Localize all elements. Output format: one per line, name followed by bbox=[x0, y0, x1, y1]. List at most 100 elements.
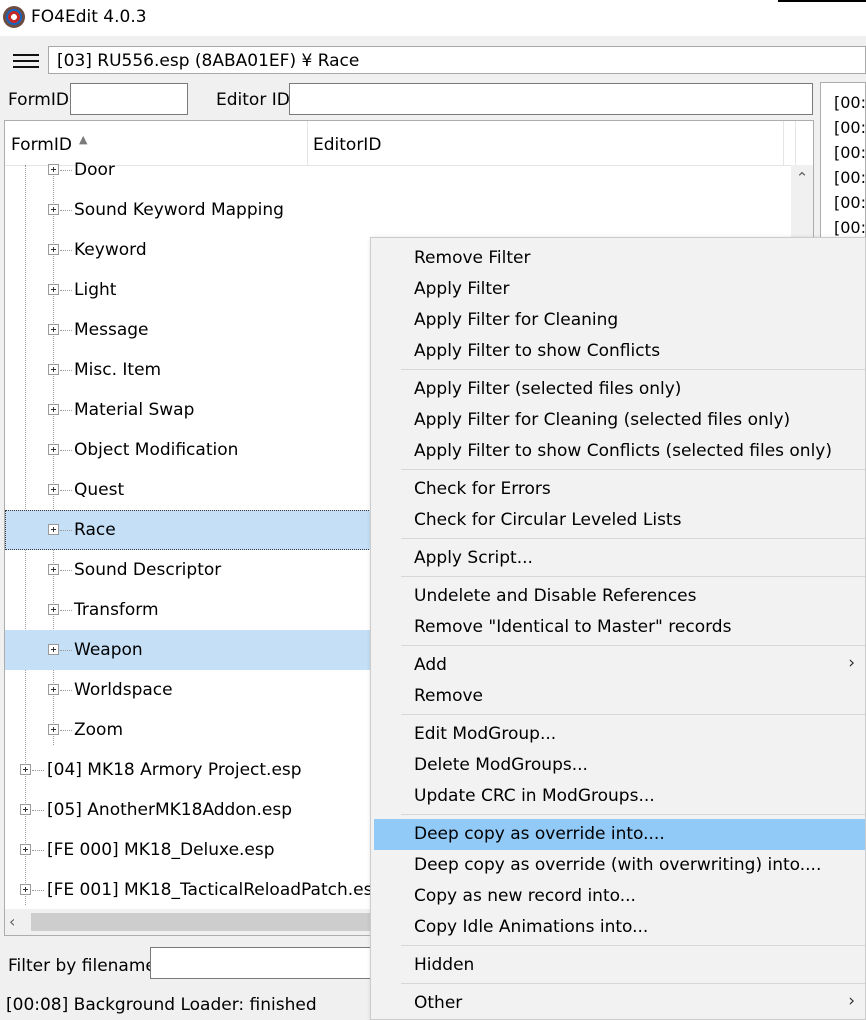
menu-item-label: Update CRC in ModGroups... bbox=[414, 786, 655, 806]
expand-plus-icon[interactable] bbox=[48, 484, 59, 495]
tree-connector-line bbox=[60, 210, 72, 212]
menu-item[interactable]: Remove "Identical to Master" records bbox=[371, 612, 865, 643]
expand-plus-icon[interactable] bbox=[48, 684, 59, 695]
menu-item[interactable]: Apply Filter to show Conflicts bbox=[371, 336, 865, 367]
menu-separator bbox=[401, 538, 865, 539]
expand-plus-icon[interactable] bbox=[48, 204, 59, 215]
menu-item-label: Remove Filter bbox=[414, 248, 531, 268]
sort-ascending-icon: ▲ bbox=[79, 133, 88, 146]
editorid-filter-input[interactable] bbox=[289, 83, 813, 115]
expand-plus-icon[interactable] bbox=[48, 564, 59, 575]
menu-item-label: Hidden bbox=[414, 955, 475, 975]
menu-item-label: Apply Filter for Cleaning (selected file… bbox=[414, 410, 791, 430]
scroll-left-icon[interactable]: ‹ bbox=[9, 912, 15, 931]
menu-item-label: Add bbox=[414, 655, 447, 675]
status-bar-text: [00:08] Background Loader: finished bbox=[6, 995, 317, 1015]
menu-item[interactable]: Check for Errors bbox=[371, 474, 865, 505]
menu-item[interactable]: Apply Script... bbox=[371, 543, 865, 574]
menu-item-label: Edit ModGroup... bbox=[414, 724, 557, 744]
log-line: [00:0 bbox=[834, 168, 866, 187]
menu-separator bbox=[401, 983, 865, 984]
menu-item[interactable]: Check for Circular Leveled Lists bbox=[371, 505, 865, 536]
tree-connector-line bbox=[60, 330, 72, 332]
menu-item[interactable]: Apply Filter bbox=[371, 274, 865, 305]
log-line: [00:0 bbox=[834, 193, 866, 212]
expand-plus-icon[interactable] bbox=[48, 364, 59, 375]
hamburger-menu-icon[interactable] bbox=[10, 48, 42, 74]
expand-plus-icon[interactable] bbox=[20, 884, 31, 895]
menu-item[interactable]: Apply Filter (selected files only) bbox=[371, 374, 865, 405]
expand-plus-icon[interactable] bbox=[48, 244, 59, 255]
expand-plus-icon[interactable] bbox=[48, 444, 59, 455]
expand-plus-icon[interactable] bbox=[20, 844, 31, 855]
tree-row-label: Sound Keyword Mapping bbox=[74, 200, 284, 220]
expand-plus-icon[interactable] bbox=[48, 604, 59, 615]
tree-connector-line bbox=[60, 290, 72, 292]
menu-item-label: Copy as new record into... bbox=[414, 886, 636, 906]
formid-filter-input[interactable] bbox=[70, 83, 188, 115]
filename-filter-input[interactable] bbox=[150, 947, 374, 979]
log-line: [00:0 bbox=[834, 93, 866, 112]
menu-item[interactable]: Delete ModGroups... bbox=[371, 750, 865, 781]
menu-item[interactable]: Remove bbox=[371, 681, 865, 712]
menu-item[interactable]: Remove Filter bbox=[371, 243, 865, 274]
log-line: [00:0 bbox=[834, 218, 866, 237]
tree-row-label: [FE 000] MK18_Deluxe.esp bbox=[47, 840, 275, 860]
expand-plus-icon[interactable] bbox=[48, 524, 59, 535]
tree-connector-line bbox=[60, 650, 72, 652]
tree-row-label: [04] MK18 Armory Project.esp bbox=[47, 760, 302, 780]
editorid-filter-label: Editor ID bbox=[216, 90, 290, 110]
expand-plus-icon[interactable] bbox=[48, 164, 59, 175]
menu-item[interactable]: Edit ModGroup... bbox=[371, 719, 865, 750]
column-divider[interactable] bbox=[795, 121, 796, 165]
menu-item[interactable]: Other › bbox=[371, 988, 865, 1019]
scroll-up-icon[interactable]: ⌃ bbox=[791, 169, 813, 189]
menu-item[interactable]: Hidden bbox=[371, 950, 865, 981]
expand-plus-icon[interactable] bbox=[48, 324, 59, 335]
tree-row-label: Message bbox=[74, 320, 149, 340]
tree-row-label: Misc. Item bbox=[74, 360, 162, 380]
tree-connector-line bbox=[60, 610, 72, 612]
submenu-chevron-icon: › bbox=[848, 991, 855, 1011]
tree-connector-line bbox=[60, 370, 72, 372]
menu-item[interactable]: Apply Filter for Cleaning (selected file… bbox=[371, 405, 865, 436]
menu-separator bbox=[401, 814, 865, 815]
menu-item-label: Deep copy as override (with overwriting)… bbox=[414, 855, 822, 875]
expand-plus-icon[interactable] bbox=[48, 724, 59, 735]
tree-connector-line bbox=[60, 530, 72, 532]
tree-connector-line bbox=[32, 890, 44, 892]
tree-connector-line bbox=[32, 770, 44, 772]
log-line: [00:0 bbox=[834, 118, 866, 137]
expand-plus-icon[interactable] bbox=[20, 804, 31, 815]
navigation-path-field[interactable]: [03] RU556.esp (8ABA01EF) ¥ Race bbox=[48, 46, 866, 74]
menu-item[interactable]: Deep copy as override into.... bbox=[374, 819, 865, 850]
menu-item[interactable]: Copy as new record into... bbox=[371, 881, 865, 912]
tree-row[interactable]: Door bbox=[5, 150, 791, 190]
menu-item[interactable]: Apply Filter for Cleaning bbox=[371, 305, 865, 336]
tree-connector-line bbox=[32, 850, 44, 852]
menu-separator bbox=[401, 645, 865, 646]
menu-item-label: Other bbox=[414, 993, 463, 1013]
menu-item[interactable]: Update CRC in ModGroups... bbox=[371, 781, 865, 812]
menu-item-label: Copy Idle Animations into... bbox=[414, 917, 649, 937]
tree-connector-line bbox=[60, 730, 72, 732]
tree-connector-line bbox=[60, 250, 72, 252]
expand-plus-icon[interactable] bbox=[48, 284, 59, 295]
menu-item-label: Apply Filter for Cleaning bbox=[414, 310, 619, 330]
tree-row[interactable]: Sound Keyword Mapping bbox=[5, 190, 791, 230]
menu-item[interactable]: Deep copy as override (with overwriting)… bbox=[371, 850, 865, 881]
expand-plus-icon[interactable] bbox=[48, 404, 59, 415]
expand-plus-icon[interactable] bbox=[20, 764, 31, 775]
menu-item[interactable]: Undelete and Disable References bbox=[371, 581, 865, 612]
context-menu: Remove Filter Apply Filter Apply Filter fo… bbox=[370, 237, 866, 1020]
tree-row-label: Worldspace bbox=[74, 680, 173, 700]
menu-item[interactable]: Apply Filter to show Conflicts (selected… bbox=[371, 436, 865, 467]
app-logo-icon bbox=[3, 6, 25, 28]
tree-row-label: Object Modification bbox=[74, 440, 239, 460]
menu-item[interactable]: Add › bbox=[371, 650, 865, 681]
message-log[interactable]: [00:0 [00:0 [00:0 [00:0 [00:0 [00:0 bbox=[820, 82, 866, 242]
title-bar-edge bbox=[778, 0, 866, 2]
expand-plus-icon[interactable] bbox=[48, 644, 59, 655]
menu-item[interactable]: Copy Idle Animations into... bbox=[371, 912, 865, 943]
menu-separator bbox=[401, 469, 865, 470]
